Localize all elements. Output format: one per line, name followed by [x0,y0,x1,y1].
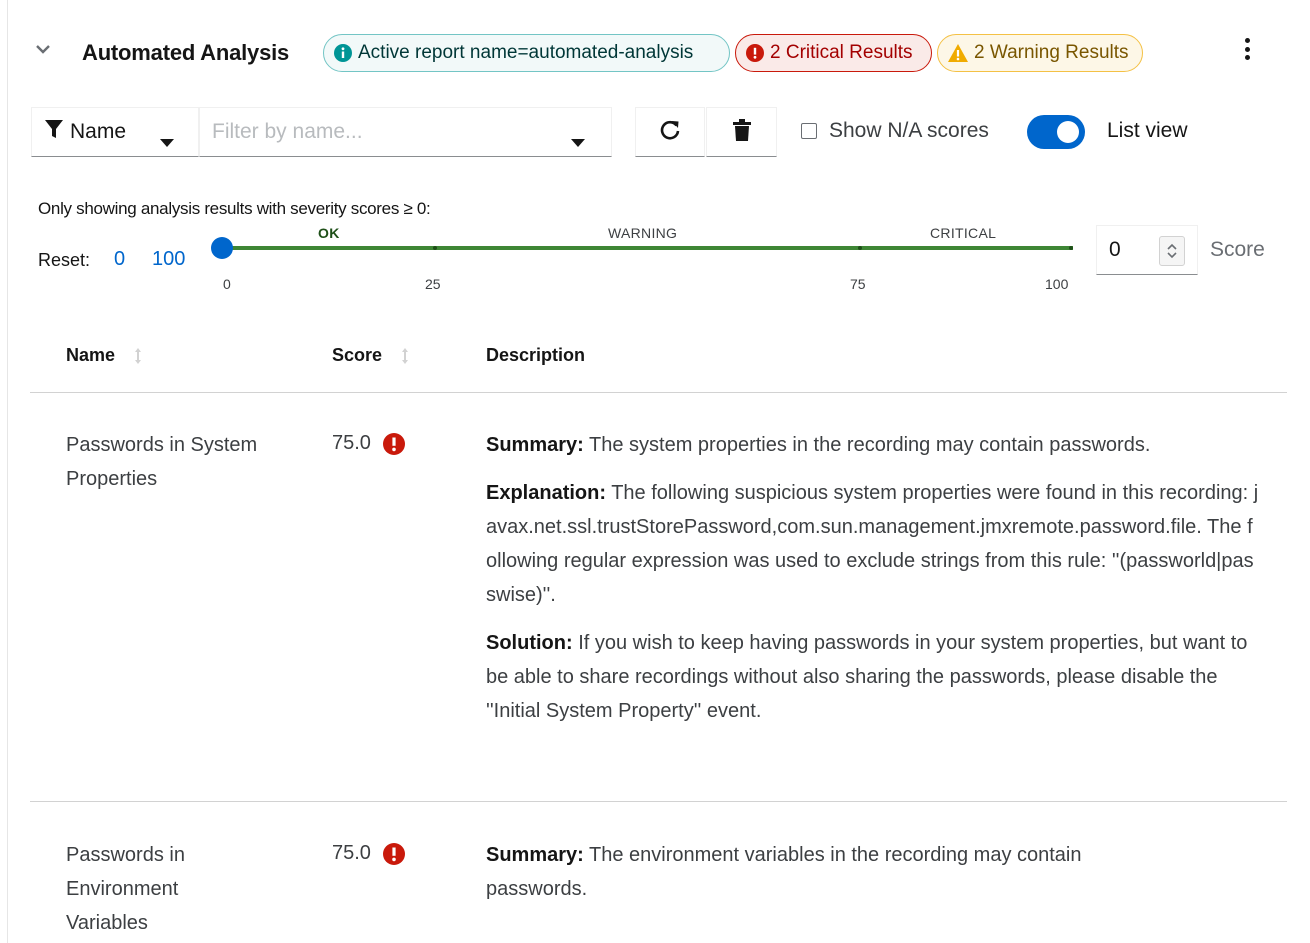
trash-icon [732,118,751,146]
slider-tick-label: 0 [223,276,231,292]
column-header-score[interactable]: Score [332,345,410,366]
reset-max-link[interactable]: 100 [152,248,185,271]
row-divider [30,801,1287,802]
info-circle-icon [334,44,352,62]
row-score: 75.0 [332,842,405,865]
show-na-scores-label: Show N/A scores [829,119,989,142]
explanation-paragraph: Explanation: The following suspicious sy… [486,482,1259,606]
score-unit-label: Score [1210,238,1265,261]
column-header-description-label: Description [486,345,586,365]
critical-results-label[interactable]: 2 Critical Results [735,34,932,72]
column-header-score-label: Score [332,345,383,365]
summary-paragraph: Summary: The system properties in the re… [486,434,1151,456]
slider-track[interactable] [222,246,1073,250]
filter-placeholder: Filter by name... [212,120,363,143]
sort-icon [400,347,410,365]
row-description: Summary: The environment variables in th… [486,838,1186,920]
row-name: Passwords in Environment Variables [66,844,185,934]
critical-exclamation-icon [382,842,405,865]
row-score-value: 75.0 [332,842,371,864]
attribute-select[interactable]: Name [31,107,199,157]
card-title: Automated Analysis [82,40,290,65]
slider-tick-75 [858,246,862,250]
slider-tick-25 [433,246,437,250]
card-left-border [7,0,8,943]
kebab-menu-icon[interactable] [1237,36,1257,62]
caret-down-icon [160,129,174,153]
zone-ok-label: OK [318,225,340,241]
summary-paragraph: Summary: The environment variables in th… [486,844,1082,900]
delete-button[interactable] [706,107,777,157]
switch-knob [1057,121,1079,143]
column-header-name[interactable]: Name [66,345,143,366]
filter-by-name-input[interactable]: Filter by name... [199,107,612,157]
slider-thumb[interactable] [211,237,233,259]
column-header-description: Description [486,345,585,366]
active-report-label: Active report name=automated-analysis [323,34,730,72]
slider-tick-label: 75 [850,276,866,292]
warning-results-label[interactable]: 2 Warning Results [937,34,1143,72]
sort-icon [133,347,143,365]
exclamation-circle-icon [746,44,764,62]
refresh-button[interactable] [635,107,705,157]
list-view-label: List view [1107,119,1188,142]
warning-results-text: 2 Warning Results [974,42,1129,63]
score-number-input[interactable]: 0 [1096,225,1198,275]
slider-tick-label: 100 [1045,276,1069,292]
sync-icon [659,119,681,146]
attribute-select-label: Name [70,120,127,143]
critical-results-text: 2 Critical Results [770,42,913,63]
slider-tick-100 [1069,246,1073,250]
list-view-switch[interactable] [1027,115,1085,149]
checkbox-box[interactable] [801,123,817,139]
show-na-scores-checkbox[interactable]: Show N/A scores [801,119,989,143]
zone-warning-label: WARNING [608,225,678,241]
caret-down-icon[interactable] [571,129,585,153]
collapse-chevron-icon[interactable] [34,40,52,58]
table-header-divider [30,392,1287,393]
row-name: Passwords in System Properties [66,434,258,490]
exclamation-triangle-icon [948,44,968,62]
spinner-icon[interactable] [1159,236,1185,266]
column-header-name-label: Name [66,345,116,365]
slider-caption: Only showing analysis results with sever… [38,199,431,218]
slider-tick-label: 25 [425,276,441,292]
row-score: 75.0 [332,432,405,455]
reset-min-link[interactable]: 0 [114,248,125,271]
row-score-value: 75.0 [332,432,371,454]
reset-label: Reset: [38,250,91,270]
solution-paragraph: Solution: If you wish to keep having pas… [486,632,1248,722]
score-input-value: 0 [1109,238,1121,261]
active-report-text: Active report name=automated-analysis [358,42,694,63]
filter-icon [44,119,64,145]
critical-exclamation-icon [382,432,405,455]
row-description: Summary: The system properties in the re… [486,428,1261,742]
zone-critical-label: CRITICAL [930,225,997,241]
